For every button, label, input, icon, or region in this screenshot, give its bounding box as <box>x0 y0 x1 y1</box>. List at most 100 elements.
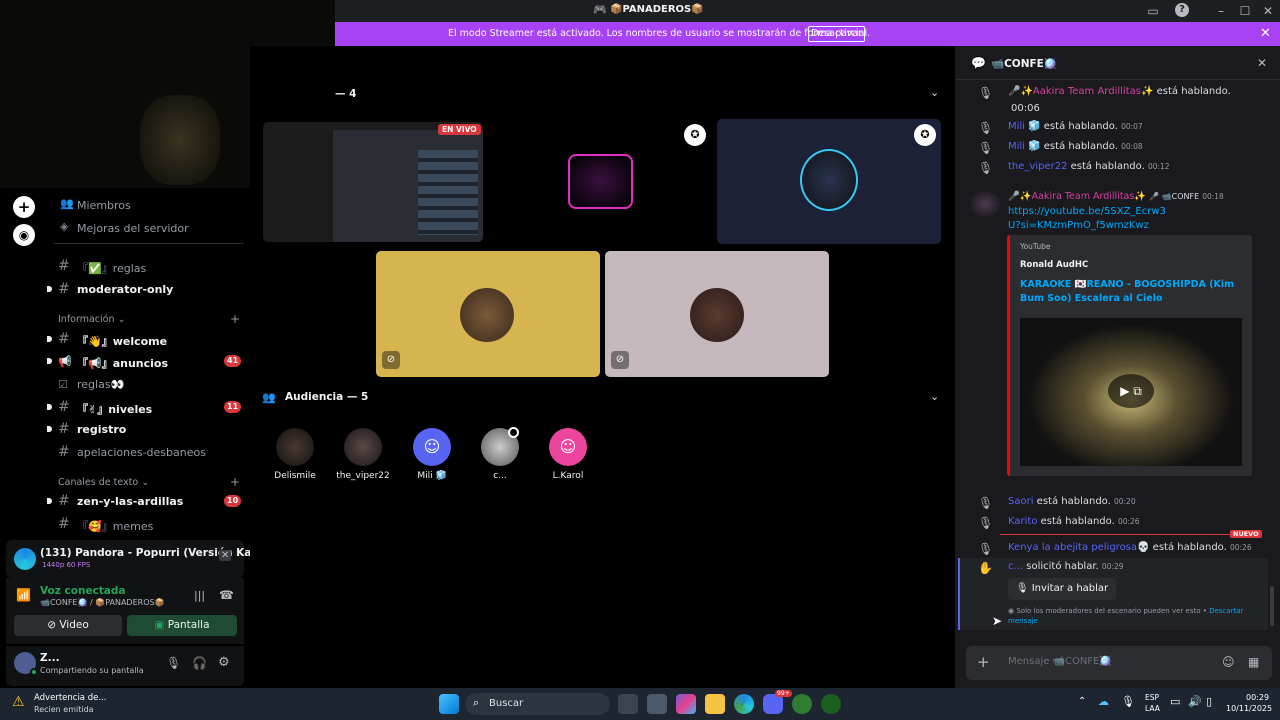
category-canales-texto[interactable]: Canales de texto ⌄ + <box>58 475 248 489</box>
clock-date[interactable]: 10/11/2025 <box>1226 704 1272 713</box>
mention-badge: 10 <box>224 495 242 507</box>
notification-subtitle[interactable]: Recien emitida <box>34 705 94 714</box>
banner-text: El modo Streamer está activado. Los nomb… <box>448 28 871 39</box>
live-badge: EN VIVO <box>438 124 481 135</box>
channel-zen[interactable]: # zen-y-las-ardillas 10 <box>47 490 250 512</box>
username[interactable]: Z... <box>40 652 60 664</box>
signal-icon[interactable]: 📶 <box>16 588 31 602</box>
moderator-icon: ✪ <box>914 124 936 146</box>
channel-memes[interactable]: # 『🥰』memes <box>48 513 250 535</box>
screen-share-button[interactable]: ▣ Pantalla <box>127 615 237 636</box>
video-button[interactable]: ⊘ Video <box>14 615 122 636</box>
audience-name[interactable]: L.Karol <box>523 471 613 481</box>
eye-icon: ◉ <box>1008 607 1015 615</box>
channel-welcome[interactable]: # 『👋』welcome <box>47 328 250 350</box>
discord-avatar-icon[interactable]: ☺ <box>549 428 587 466</box>
language-2[interactable]: LAA <box>1145 704 1160 713</box>
boost-item[interactable]: ◈ Mejoras del servidor <box>48 217 250 239</box>
audience-avatar[interactable] <box>344 428 382 466</box>
clock-time[interactable]: 00:29 <box>1246 693 1269 702</box>
stop-stream-icon[interactable]: ✕ <box>219 550 232 561</box>
play-icon[interactable]: ▶ ⧉ <box>1108 374 1154 408</box>
embed-title[interactable]: KARAOKE 🇰🇷REANO - BOGOSHIPDA (Kim Bum So… <box>1020 278 1240 306</box>
language-1[interactable]: ESP <box>1145 693 1159 702</box>
audience-collapse-icon[interactable]: ⌄ <box>930 390 939 403</box>
close-chat-icon[interactable]: ✕ <box>1257 56 1267 70</box>
screen-icon: ▣ <box>154 619 165 631</box>
speaker-tile[interactable]: ✪ <box>717 119 941 244</box>
message-link[interactable]: https://youtube.be/5SXZ_Ecrw3U?si=KMzmPm… <box>1008 205 1173 233</box>
attach-icon[interactable]: + <box>977 653 990 671</box>
streamer-mode-banner: El modo Streamer está activado. Los nomb… <box>335 22 1280 46</box>
channel-reglas[interactable]: # 『✅』reglas <box>48 255 250 277</box>
discord-avatar-icon[interactable]: ☺ <box>413 428 451 466</box>
app-icon[interactable] <box>821 694 841 714</box>
message-input[interactable]: Mensaje 📹CONFE🪩 <box>1008 656 1112 667</box>
add-channel-icon[interactable]: + <box>230 312 240 326</box>
search-box[interactable]: ⌕ Buscar <box>465 693 610 715</box>
channel-niveles[interactable]: # 『✌』niveles 11 <box>47 396 250 418</box>
collapse-icon[interactable]: ⌄ <box>930 86 939 99</box>
system-message: 🎤✨Aakira Team Ardillitas✨ está hablando. <box>1008 86 1231 97</box>
apps-icon[interactable]: ▦ <box>1248 655 1259 669</box>
speaker-tile[interactable]: ✪ <box>490 119 712 244</box>
add-channel-icon[interactable]: + <box>230 475 240 489</box>
edge-icon[interactable] <box>734 694 754 714</box>
voice-location[interactable]: 📹CONFE🪩 / 📦PANADEROS📦 <box>40 598 165 607</box>
battery-icon[interactable]: ▯ <box>1206 695 1212 708</box>
volume-icon[interactable]: 🔊 <box>1188 695 1202 708</box>
scrollbar[interactable] <box>1270 586 1274 626</box>
network-icon[interactable]: ▭ <box>1170 695 1180 708</box>
discord-icon[interactable] <box>763 694 783 714</box>
channel-apelaciones[interactable]: # apelaciones-desbaneos <box>48 441 250 463</box>
disconnect-icon[interactable]: ☎ <box>219 588 234 602</box>
emoji-icon[interactable]: ☺ <box>1222 655 1235 669</box>
file-explorer-icon[interactable] <box>705 694 725 714</box>
deactivate-button[interactable]: Desactivar <box>808 26 865 42</box>
noise-icon[interactable]: ||| <box>194 589 205 602</box>
copilot-icon[interactable] <box>676 694 696 714</box>
help-icon[interactable]: ? <box>1175 3 1189 17</box>
banner-close-icon[interactable]: ✕ <box>1260 26 1271 41</box>
channel-registro[interactable]: # registro <box>47 418 250 440</box>
speaker-tile[interactable]: ⊘ <box>376 251 600 377</box>
task-view-icon[interactable] <box>618 694 638 714</box>
embed-provider[interactable]: YouTube <box>1020 242 1051 251</box>
store-icon[interactable] <box>647 694 667 714</box>
notification-title[interactable]: Advertencia de... <box>34 693 106 703</box>
onedrive-icon[interactable]: ☁ <box>1098 695 1109 708</box>
mic-icon[interactable]: 🎙 <box>166 656 181 670</box>
close-window-icon[interactable]: ✕ <box>1260 3 1276 19</box>
warning-icon[interactable]: ⚠ <box>12 694 25 710</box>
channel-anuncios[interactable]: 📢 『📢』anuncios 41 <box>47 350 250 372</box>
add-server-icon[interactable]: + <box>13 196 35 218</box>
hash-icon: # <box>58 331 70 347</box>
embed-author[interactable]: Ronald AudHC <box>1020 260 1088 270</box>
message-header: 🎤✨Aakira Team Ardillitas✨ 🎤 📹CONFE 00:18 <box>1008 191 1224 202</box>
tray-mic-icon[interactable]: 🎙 <box>1121 695 1135 708</box>
settings-icon[interactable]: ⚙ <box>218 655 230 670</box>
audience-avatar[interactable] <box>276 428 314 466</box>
channel-reglas-eyes[interactable]: ☑ reglas👀 <box>48 373 250 395</box>
speaker-tile[interactable]: ⊘ <box>605 251 829 377</box>
maximize-icon[interactable]: ☐ <box>1237 3 1253 19</box>
stream-tile[interactable]: EN VIVO <box>263 122 483 242</box>
voice-status[interactable]: Voz conectada <box>40 585 126 597</box>
invite-to-speak-button[interactable]: 🎙 Invitar a hablar <box>1008 578 1116 600</box>
discover-icon[interactable]: ◉ <box>13 224 35 246</box>
avatar[interactable] <box>970 191 1000 217</box>
message-input-box[interactable]: + Mensaje 📹CONFE🪩 ☺ ▦ <box>966 646 1272 680</box>
channel-moderator-only[interactable]: # moderator-only <box>47 278 250 300</box>
tray-chevron-icon[interactable]: ⌃ <box>1078 696 1086 707</box>
category-informacion[interactable]: Información ⌄ + <box>58 312 248 326</box>
chat-bubble-icon: 💬 <box>971 56 986 70</box>
minimize-icon[interactable]: – <box>1213 3 1229 19</box>
video-thumbnail[interactable]: ▶ ⧉ <box>1020 318 1242 466</box>
inbox-icon[interactable]: ▭ <box>1145 3 1161 19</box>
headphones-icon[interactable]: 🎧 <box>192 656 207 670</box>
activity-panel[interactable]: (131) Pandora - Popurri (Versión Kar... … <box>6 540 267 578</box>
system-message: Mili 🧊 está hablando. 00:08 <box>1008 141 1143 152</box>
xbox-icon[interactable] <box>792 694 812 714</box>
start-icon[interactable] <box>439 694 459 714</box>
members-item[interactable]: 👥 Miembros <box>48 194 250 216</box>
